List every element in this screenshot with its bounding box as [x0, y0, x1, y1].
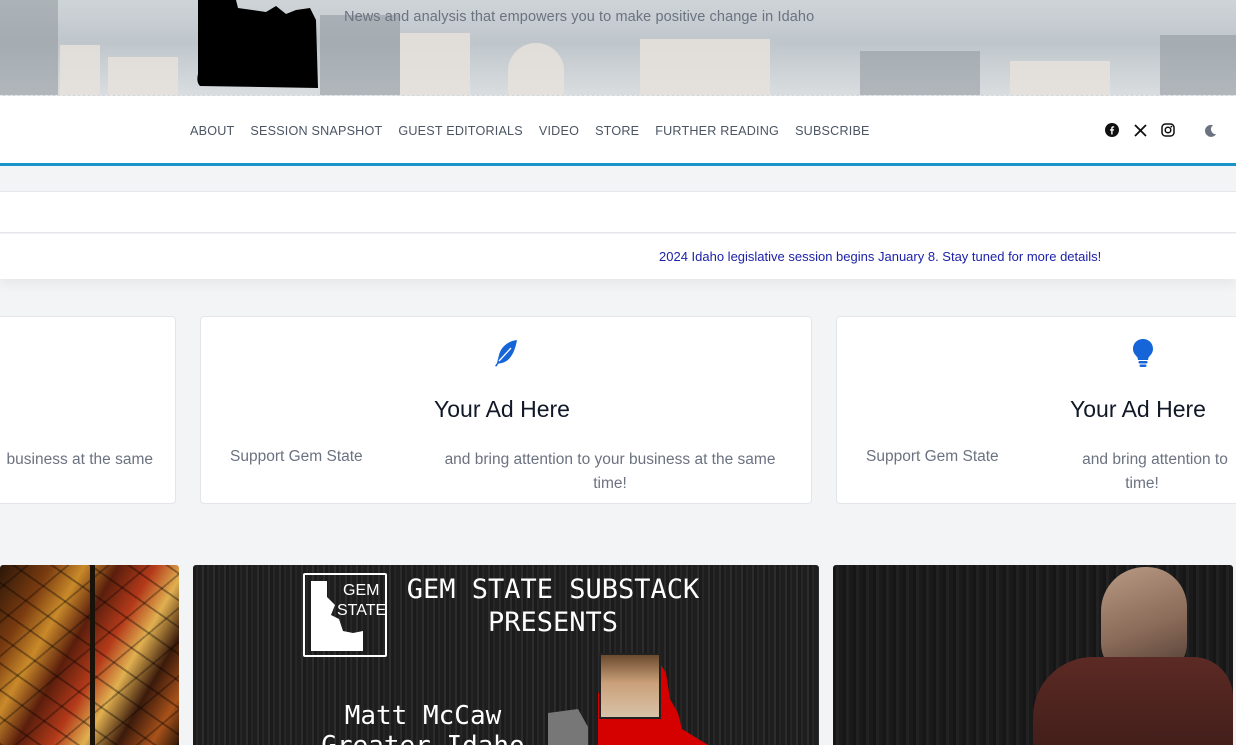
header-banner: News and analysis that empowers you to m…: [0, 0, 1236, 96]
ad-left-text: Support Gem State: [230, 448, 363, 465]
nav-item-session-snapshot[interactable]: SESSION SNAPSHOT: [250, 124, 382, 138]
man-portrait-shoulders: [1033, 657, 1233, 745]
nav-item-store[interactable]: STORE: [595, 124, 639, 138]
ad-body-line-2: time!: [1125, 475, 1159, 492]
ad-body-line-1: and bring attention to: [1082, 451, 1228, 468]
moon-icon[interactable]: [1202, 122, 1218, 138]
ad-body-text: and bring attention to time!: [1075, 448, 1235, 496]
ticker-bar: 2024 Idaho legislative session begins Ja…: [0, 234, 1236, 279]
secondary-bar: [0, 191, 1236, 233]
headline-line-2: PRESENTS: [487, 607, 619, 638]
facebook-icon[interactable]: [1104, 122, 1120, 138]
badge-text: GEM STATE: [337, 581, 386, 621]
ad-body-line-1: and bring attention to your business at …: [444, 451, 776, 468]
badge-line-2: STATE: [337, 602, 387, 619]
site-tagline: News and analysis that empowers you to m…: [344, 9, 815, 25]
nav-item-about[interactable]: ABOUT: [190, 124, 234, 138]
author-photo: [599, 653, 661, 719]
headline-line-1: GEM STATE SUBSTACK: [406, 574, 700, 605]
ad-body-text: and bring attention to your business at …: [429, 448, 791, 496]
ad-body-text: business at the same: [6, 451, 153, 468]
post-card-stained-glass[interactable]: [0, 565, 179, 745]
window-mullion: [90, 565, 95, 745]
ad-title: Your Ad Here: [434, 396, 570, 422]
main-navigation: ABOUT SESSION SNAPSHOT GUEST EDITORIALS …: [0, 96, 1236, 166]
ad-left-text: Support Gem State: [866, 448, 999, 465]
idaho-logo-icon[interactable]: [196, 0, 320, 88]
name-line-1: Matt McCaw: [344, 701, 502, 731]
ad-title: Your Ad Here: [1070, 396, 1206, 422]
badge-line-1: GEM: [343, 582, 380, 599]
nav-item-video[interactable]: VIDEO: [539, 124, 579, 138]
nav-item-further-reading[interactable]: FURTHER READING: [655, 124, 779, 138]
lightbulb-icon: [1133, 339, 1153, 367]
post-card-gem-state-presents[interactable]: GEM STATE GEM STATE SUBSTACK PRESENTS Ma…: [193, 565, 819, 745]
name-line-2: Greater Idaho: [303, 731, 543, 745]
x-icon[interactable]: [1132, 122, 1148, 138]
gem-state-badge: GEM STATE: [303, 573, 387, 657]
promo-guest-name: Matt McCaw Greater Idaho: [303, 701, 543, 745]
nav-menu: ABOUT SESSION SNAPSHOT GUEST EDITORIALS …: [190, 124, 886, 138]
ticker-link[interactable]: 2024 Idaho legislative session begins Ja…: [659, 249, 1101, 264]
ad-card[interactable]: Your Ad Here Support Gem State and bring…: [836, 316, 1236, 504]
nav-item-subscribe[interactable]: SUBSCRIBE: [795, 124, 870, 138]
ad-card[interactable]: Your Ad Here Support Gem State and bring…: [200, 316, 812, 504]
post-card-portrait[interactable]: [833, 565, 1233, 745]
instagram-icon[interactable]: [1160, 122, 1176, 138]
feather-icon: [495, 340, 517, 367]
ad-card-partial[interactable]: business at the same: [0, 316, 176, 504]
ad-body-line-2: time!: [593, 475, 627, 492]
promo-headline: GEM STATE SUBSTACK PRESENTS: [405, 573, 701, 639]
nav-item-guest-editorials[interactable]: GUEST EDITORIALS: [398, 124, 523, 138]
social-links: [1092, 122, 1218, 138]
